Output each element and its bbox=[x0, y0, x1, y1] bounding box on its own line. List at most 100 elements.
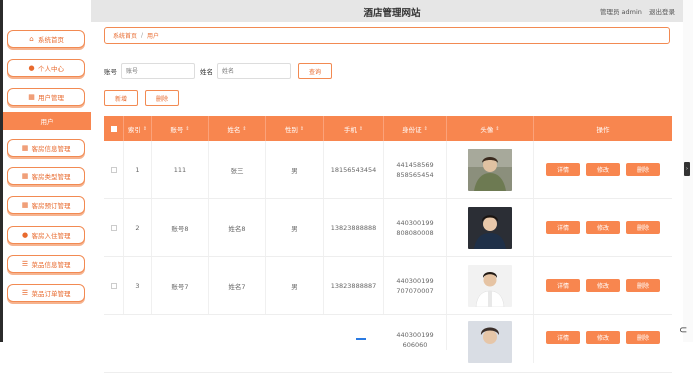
table-row: 1 111 张三 男 18156543454 44145856985856545… bbox=[104, 141, 672, 199]
select-all-checkbox[interactable] bbox=[110, 125, 117, 132]
table-row: 2 账号8 姓名8 男 13823888888 4403001998080800… bbox=[104, 199, 672, 257]
edit-button[interactable]: 修改 bbox=[586, 331, 620, 344]
link-icon: ⊂ bbox=[679, 325, 688, 336]
grid-icon: ▦ bbox=[21, 143, 29, 152]
cell-account: 账号7 bbox=[152, 257, 209, 314]
app-window: 酒店管理网站 管理员 admin 退出登录 ⌂ 系统首页 ● 个人中心 ▦ 用户… bbox=[0, 0, 693, 373]
detail-button[interactable]: 详情 bbox=[546, 221, 580, 234]
sort-icon: ⇕ bbox=[142, 125, 148, 132]
breadcrumb-current: 用户 bbox=[147, 33, 160, 40]
sidebar-item-profile[interactable]: ● 个人中心 bbox=[7, 59, 85, 77]
focus-indicator bbox=[356, 338, 366, 340]
sidebar-item-room-info[interactable]: ▦ 客房信息管理 bbox=[7, 139, 85, 157]
row-checkbox[interactable] bbox=[110, 166, 117, 173]
sort-icon: ⇕ bbox=[495, 125, 500, 132]
cell-name: 张三 bbox=[209, 141, 266, 198]
edit-button[interactable]: 修改 bbox=[586, 221, 620, 234]
sidebar-item-home[interactable]: ⌂ 系统首页 bbox=[7, 30, 85, 48]
sidebar-item-label: 系统首页 bbox=[38, 36, 64, 44]
row-delete-button[interactable]: 删除 bbox=[626, 279, 660, 292]
row-delete-button[interactable]: 删除 bbox=[626, 221, 660, 234]
cell-index: 3 bbox=[124, 257, 152, 314]
list-icon: ☰ bbox=[21, 259, 29, 268]
row-delete-button[interactable]: 删除 bbox=[626, 331, 660, 344]
cell-phone: 13823888887 bbox=[324, 257, 384, 314]
column-header[interactable]: 账号 ⇕ bbox=[152, 116, 209, 141]
row-checkbox[interactable] bbox=[110, 224, 117, 231]
person-icon: ● bbox=[28, 63, 35, 72]
sort-icon: ⇕ bbox=[423, 125, 428, 132]
sidebar: ⌂ 系统首页 ● 个人中心 ▦ 用户管理 用户 ▦ 客房信息管理 ▦ 客房类型管… bbox=[3, 0, 91, 342]
sidebar-item-label: 个人中心 bbox=[38, 65, 64, 73]
sidebar-item-label: 客房类型管理 bbox=[31, 173, 71, 181]
edit-button[interactable]: 修改 bbox=[586, 163, 620, 176]
sort-icon: ⇕ bbox=[358, 125, 364, 132]
breadcrumb-home[interactable]: 系统首页 bbox=[113, 31, 137, 40]
cell-phone: 13823888888 bbox=[324, 199, 384, 256]
admin-area: 管理员 admin 退出登录 bbox=[595, 6, 675, 16]
row-checkbox[interactable] bbox=[110, 282, 117, 289]
sidebar-item-checkin[interactable]: ● 客房入住管理 bbox=[7, 226, 85, 244]
cell-idcard: 440300199606060 bbox=[396, 331, 434, 349]
cell-gender: 男 bbox=[266, 141, 324, 198]
table-row: 3 账号7 姓名7 男 13823888887 4403001997070700… bbox=[104, 257, 672, 315]
top-bar: 酒店管理网站 管理员 admin 退出登录 bbox=[91, 0, 693, 22]
cell-idcard: 440300199707070007 bbox=[396, 276, 434, 295]
cell-account: 账号8 bbox=[152, 199, 209, 256]
scrollbar-thumb[interactable]: › bbox=[684, 162, 690, 176]
sidebar-item-room-booking[interactable]: ▦ 客房预订管理 bbox=[7, 196, 85, 214]
cell-idcard: 440300199808080008 bbox=[396, 218, 434, 237]
sidebar-item-room-type[interactable]: ▦ 客房类型管理 bbox=[7, 167, 85, 185]
column-header[interactable]: 性别 ⇕ bbox=[266, 116, 324, 141]
cell-gender: 男 bbox=[266, 257, 324, 314]
sidebar-item-label: 菜品信息管理 bbox=[31, 261, 71, 269]
grid-icon: ▦ bbox=[21, 171, 29, 180]
row-delete-button[interactable]: 删除 bbox=[626, 163, 660, 176]
cell-gender: 男 bbox=[266, 199, 324, 256]
cell-account: 111 bbox=[152, 141, 209, 198]
column-header[interactable]: 索引 ⇕ bbox=[124, 116, 152, 141]
sidebar-subitem-users[interactable]: 用户 bbox=[3, 112, 91, 130]
search-form: 账号 姓名 查询 bbox=[104, 63, 332, 79]
delete-button[interactable]: 删除 bbox=[145, 90, 179, 106]
sidebar-item-users[interactable]: ▦ 用户管理 bbox=[7, 88, 85, 106]
sort-icon: ⇕ bbox=[242, 125, 247, 132]
column-header[interactable]: 身份证 ⇕ bbox=[384, 116, 447, 141]
account-label: 账号 bbox=[104, 68, 117, 76]
list-icon: ☰ bbox=[21, 288, 29, 297]
sidebar-item-dish-order[interactable]: ☰ 菜品订单管理 bbox=[7, 284, 85, 302]
detail-button[interactable]: 详情 bbox=[546, 331, 580, 344]
query-button[interactable]: 查询 bbox=[298, 63, 332, 79]
cell-index: 2 bbox=[124, 199, 152, 256]
column-header[interactable]: 姓名 ⇕ bbox=[209, 116, 266, 141]
sidebar-item-label: 客房信息管理 bbox=[31, 145, 71, 153]
pin-icon: ● bbox=[21, 230, 29, 239]
sidebar-item-dish-info[interactable]: ☰ 菜品信息管理 bbox=[7, 255, 85, 273]
sidebar-item-label: 客房入住管理 bbox=[31, 232, 71, 240]
cell-name: 姓名7 bbox=[209, 257, 266, 314]
grid-icon: ▦ bbox=[21, 200, 29, 209]
add-button[interactable]: 新增 bbox=[104, 90, 138, 106]
avatar bbox=[468, 148, 512, 191]
name-input[interactable] bbox=[217, 63, 291, 79]
cell-name: 姓名8 bbox=[209, 199, 266, 256]
column-header[interactable]: 头像 ⇕ bbox=[447, 116, 534, 141]
grid-icon: ▦ bbox=[28, 92, 35, 101]
account-input[interactable] bbox=[121, 63, 195, 79]
select-all-cell bbox=[104, 116, 124, 141]
avatar bbox=[468, 206, 512, 249]
column-header[interactable]: 手机 ⇕ bbox=[324, 116, 384, 141]
column-header: 操作 bbox=[596, 125, 610, 134]
logout-link[interactable]: 退出登录 bbox=[649, 8, 675, 16]
cell-idcard: 441458569858565454 bbox=[396, 160, 434, 179]
breadcrumb: 系统首页 / 用户 bbox=[104, 27, 670, 44]
edit-button[interactable]: 修改 bbox=[586, 279, 620, 292]
avatar bbox=[468, 321, 512, 363]
table-row: 440300199606060 详情 修改 删除 bbox=[104, 315, 672, 373]
home-icon: ⌂ bbox=[29, 34, 34, 43]
detail-button[interactable]: 详情 bbox=[546, 279, 580, 292]
sidebar-item-label: 菜品订单管理 bbox=[31, 290, 71, 298]
sidebar-item-label: 客房预订管理 bbox=[31, 202, 71, 210]
detail-button[interactable]: 详情 bbox=[546, 163, 580, 176]
sort-icon: ⇕ bbox=[299, 125, 305, 132]
